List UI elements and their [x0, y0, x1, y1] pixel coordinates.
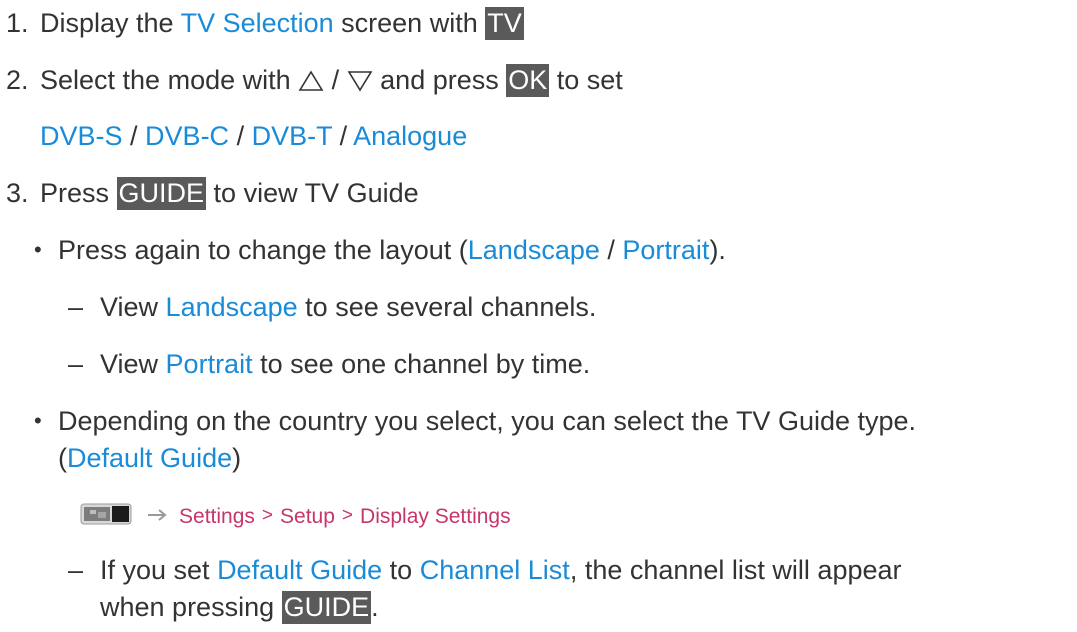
sub-default-guide-cont: when pressing GUIDE. [100, 589, 379, 625]
sub-text: . [371, 592, 379, 622]
dash-symbol: – [68, 349, 84, 379]
mode-options: DVB-S / DVB-C / DVB-T / Analogue [40, 118, 467, 154]
breadcrumb-display-settings[interactable]: Display Settings [360, 505, 511, 528]
sub-text: to [382, 555, 420, 585]
bullet-text: ). [709, 235, 726, 265]
step-text: to view TV Guide [206, 178, 419, 208]
mode-dvb-c[interactable]: DVB-C [145, 121, 229, 151]
landscape-link[interactable]: Landscape [468, 235, 600, 265]
guide-key: GUIDE [116, 177, 207, 210]
mode-dvb-s[interactable]: DVB-S [40, 121, 123, 151]
ok-key: OK [506, 64, 550, 97]
separator: / [332, 121, 354, 151]
separator: / [229, 121, 252, 151]
paren: ) [232, 443, 242, 473]
bullet-symbol: • [34, 408, 42, 433]
tv-selection-link[interactable]: TV Selection [181, 8, 334, 38]
default-guide-link[interactable]: Default Guide [67, 443, 232, 473]
breadcrumb-settings[interactable]: Settings [179, 505, 255, 528]
breadcrumb-setup[interactable]: Setup [280, 505, 335, 528]
sub-text: to see several channels. [297, 292, 597, 322]
dash-symbol: – [68, 292, 84, 322]
right-arrow-icon [146, 495, 168, 521]
sub-text: , the channel list will appear [569, 555, 902, 585]
bullet-symbol: • [34, 237, 42, 262]
portrait-link[interactable]: Portrait [166, 349, 253, 379]
sub-text: View [100, 349, 166, 379]
sub-text: when pressing [100, 592, 282, 622]
separator: / [122, 121, 146, 151]
landscape-link[interactable]: Landscape [166, 292, 298, 322]
guide-key: GUIDE [281, 591, 372, 624]
tv-key: TV [485, 7, 524, 40]
step-text: Press [40, 178, 117, 208]
breadcrumb-separator: > [261, 505, 274, 526]
default-guide-link[interactable]: Default Guide [217, 555, 382, 585]
sub-text: to see one channel by time. [252, 349, 591, 379]
sub-text: View [100, 292, 166, 322]
default-guide-line: (Default Guide) [58, 440, 241, 476]
tv-menu-icon [80, 500, 134, 526]
portrait-link[interactable]: Portrait [622, 235, 709, 265]
step-text: Display the [40, 8, 181, 38]
step-text: and press [372, 65, 507, 95]
down-triangle-icon [347, 65, 373, 101]
breadcrumb-separator: > [341, 505, 354, 526]
bullet-text: Press again to change the layout ( [58, 235, 468, 265]
step-number: 2. [6, 65, 29, 95]
step-number: 3. [6, 178, 29, 208]
step-text: screen with [333, 8, 486, 38]
slash-text: / [324, 65, 347, 95]
paren: ( [58, 443, 67, 473]
sub-text: If you set [100, 555, 218, 585]
up-triangle-icon [298, 65, 324, 101]
dash-symbol: – [68, 555, 84, 585]
mode-dvb-t[interactable]: DVB-T [252, 121, 333, 151]
slash-text: / [599, 235, 623, 265]
mode-analogue[interactable]: Analogue [353, 121, 467, 151]
step-number: 1. [6, 8, 29, 38]
menu-path: Settings > Setup > Display Settings [80, 495, 511, 535]
step-text: Select the mode with [40, 65, 299, 95]
channel-list-link[interactable]: Channel List [420, 555, 570, 585]
bullet-text: Depending on the country you select, you… [58, 406, 917, 436]
step-text: to set [549, 65, 623, 95]
